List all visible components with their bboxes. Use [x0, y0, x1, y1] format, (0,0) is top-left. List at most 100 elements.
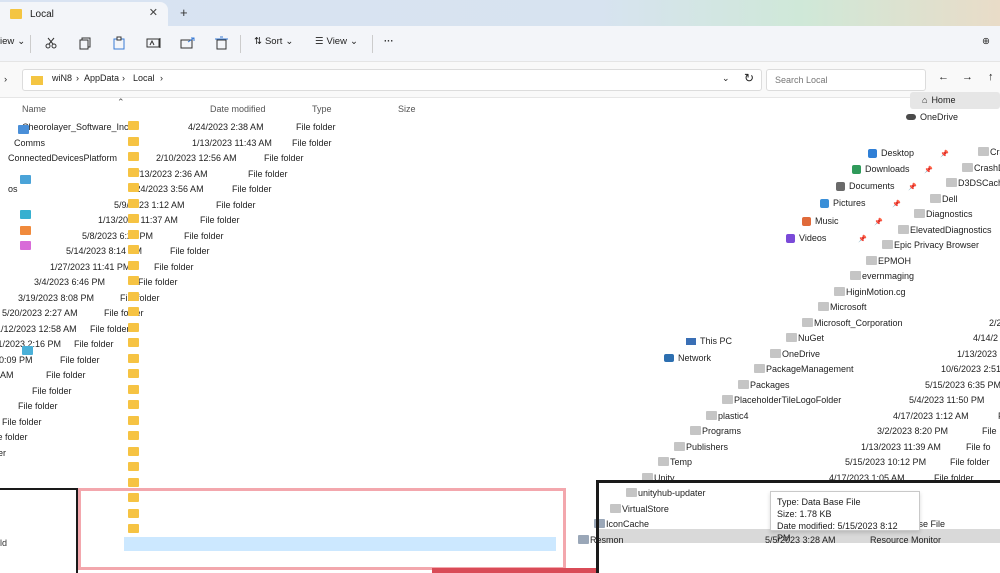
- forward-arrow-icon[interactable]: →: [962, 71, 973, 83]
- more-options-button[interactable]: ···: [384, 36, 394, 47]
- table-row[interactable]: OneDrive 1/13/2023 1: [0, 347, 1000, 361]
- highlight-box: [78, 488, 566, 570]
- table-row[interactable]: Cheorolayer_Software_Inc 4/24/2023 2:38 A…: [0, 120, 560, 134]
- view-icon: ☰: [315, 36, 324, 47]
- chevron-right-icon: ›: [76, 73, 79, 83]
- folder-icon: [834, 286, 845, 296]
- delete-button[interactable]: [214, 36, 230, 50]
- breadcrumb-user[interactable]: wiN8: [52, 73, 72, 83]
- folder-icon: [850, 271, 861, 280]
- nav-onedrive[interactable]: OneDrive: [906, 112, 958, 122]
- table-row[interactable]: D3DSCache: [0, 176, 1000, 190]
- chevron-down-icon[interactable]: ⌄: [722, 73, 730, 84]
- view-label: View: [326, 36, 347, 47]
- folder-icon: [866, 255, 877, 265]
- new-tab-button[interactable]: +: [180, 5, 188, 20]
- folder-icon: [674, 441, 685, 451]
- rename-icon: [146, 38, 161, 48]
- nav-home-label: Home: [931, 95, 956, 105]
- command-bar: iew ⌄ ⇅ Sort ⌄ ☰ View ⌄ ··· ⊕: [0, 26, 1000, 62]
- table-row[interactable]: Microsoft: [0, 300, 1000, 314]
- row-name: Microsoft_Corporation: [814, 317, 903, 328]
- row-name: HiginMotion.cg: [846, 286, 906, 297]
- back-arrow-icon[interactable]: ←: [938, 71, 949, 83]
- cut-button[interactable]: [44, 36, 58, 50]
- new-label: iew: [0, 36, 15, 47]
- nav-onedrive-label: OneDrive: [920, 112, 959, 122]
- breadcrumb-local[interactable]: Local: [133, 73, 155, 83]
- table-row[interactable]: PlaceholderTileLogoFolder 5/4/2023 11:50 …: [0, 393, 1000, 407]
- table-row[interactable]: ElevatedDiagnostics: [0, 223, 1000, 237]
- folder-icon: [930, 193, 941, 203]
- close-tab-icon[interactable]: ✕: [149, 6, 158, 19]
- row-name: unityhub-updater: [638, 488, 706, 498]
- tab-local[interactable]: Local ✕: [0, 2, 168, 26]
- folder-icon: [738, 379, 749, 389]
- chevron-down-icon: ⌄: [349, 36, 358, 47]
- row-type: File fo: [966, 441, 991, 452]
- row-name: PackageManagement: [766, 364, 854, 374]
- table-row[interactable]: CrashDu: [0, 161, 1000, 175]
- row-name: Publishers: [686, 441, 729, 452]
- table-row[interactable]: Publishers 1/13/2023 11:39 AM File fo: [0, 440, 1000, 454]
- folder-icon: [882, 240, 893, 249]
- table-row[interactable]: evernmaging: [0, 269, 1000, 283]
- table-row[interactable]: Crash: [0, 145, 1000, 159]
- tooltip-size: Size: 1.78 KB: [777, 509, 832, 519]
- refresh-icon[interactable]: ↻: [744, 71, 754, 85]
- row-name: CrashDu: [974, 162, 1000, 173]
- folder-icon: [10, 9, 22, 19]
- table-row[interactable]: Programs 3/2/2023 8:20 PM File: [0, 424, 1000, 438]
- table-row[interactable]: Temp 5/15/2023 10:12 PM File folder: [0, 455, 1000, 469]
- column-size[interactable]: Size: [398, 104, 416, 114]
- row-name: evernmaging: [862, 271, 915, 281]
- share-button[interactable]: [180, 36, 196, 50]
- paste-button[interactable]: [112, 36, 126, 50]
- table-row[interactable]: Microsoft_Corporation 2/2: [0, 316, 1000, 330]
- tab-title: Local: [30, 8, 54, 20]
- folder-icon: [946, 178, 957, 187]
- row-date: 5/15/2023 10:12 PM: [845, 457, 927, 467]
- app-icon: [18, 125, 29, 134]
- column-date[interactable]: Date modified: [210, 104, 266, 114]
- rename-button[interactable]: [146, 36, 162, 50]
- sort-icon: ⇅: [254, 36, 262, 47]
- search-input[interactable]: Search Local: [766, 69, 926, 91]
- row-date: 3/2/2023 8:20 PM: [877, 426, 949, 436]
- up-arrow-icon[interactable]: ↑: [988, 71, 994, 83]
- table-row[interactable]: Epic Privacy Browser: [0, 238, 1000, 252]
- folder-icon: [962, 162, 973, 172]
- sort-button[interactable]: ⇅ Sort ⌄: [254, 36, 293, 47]
- table-row[interactable]: PackageManagement 10/6/2023 2:51 A: [0, 362, 1000, 376]
- row-name: D3DSCache: [958, 178, 1000, 188]
- column-name[interactable]: Name: [22, 104, 46, 114]
- frame-line: [76, 488, 78, 573]
- new-button[interactable]: iew ⌄: [0, 36, 25, 47]
- breadcrumb-appdata[interactable]: AppData: [84, 73, 119, 83]
- file-icon: [578, 534, 589, 544]
- table-row[interactable]: Dell: [0, 192, 1000, 206]
- copy-button[interactable]: [78, 36, 92, 50]
- divider: [30, 35, 31, 53]
- row-name: ElevatedDiagnostics: [910, 224, 992, 235]
- nav-home[interactable]: ⌂ Home: [922, 95, 955, 105]
- table-row[interactable]: NuGet 4/14/2: [0, 331, 1000, 345]
- row-date: 5/15/2023 6:35 PM: [925, 379, 1000, 390]
- column-type[interactable]: Type: [312, 104, 332, 114]
- table-row[interactable]: EPMOH: [0, 254, 1000, 268]
- row-type: File: [982, 426, 997, 436]
- row-name: NuGet: [798, 333, 825, 343]
- row-name: Packages: [750, 379, 790, 390]
- divider: [240, 35, 241, 53]
- chevron-down-icon: ⌄: [17, 36, 26, 47]
- details-icon[interactable]: ⊕: [982, 36, 990, 47]
- view-button[interactable]: ☰ View ⌄: [315, 36, 358, 47]
- row-name: EPMOH: [878, 255, 912, 266]
- table-row[interactable]: Diagnostics: [0, 207, 1000, 221]
- table-row[interactable]: plastic44/17/2023 1:12 AMFile: [0, 409, 1000, 423]
- chevron-right-icon: ›: [122, 73, 125, 83]
- chevron-up-icon[interactable]: ›: [4, 74, 7, 85]
- row-name: Microsoft: [830, 302, 867, 312]
- table-row[interactable]: Packages 5/15/2023 6:35 PM: [0, 378, 1000, 392]
- table-row[interactable]: HiginMotion.cg: [0, 285, 1000, 299]
